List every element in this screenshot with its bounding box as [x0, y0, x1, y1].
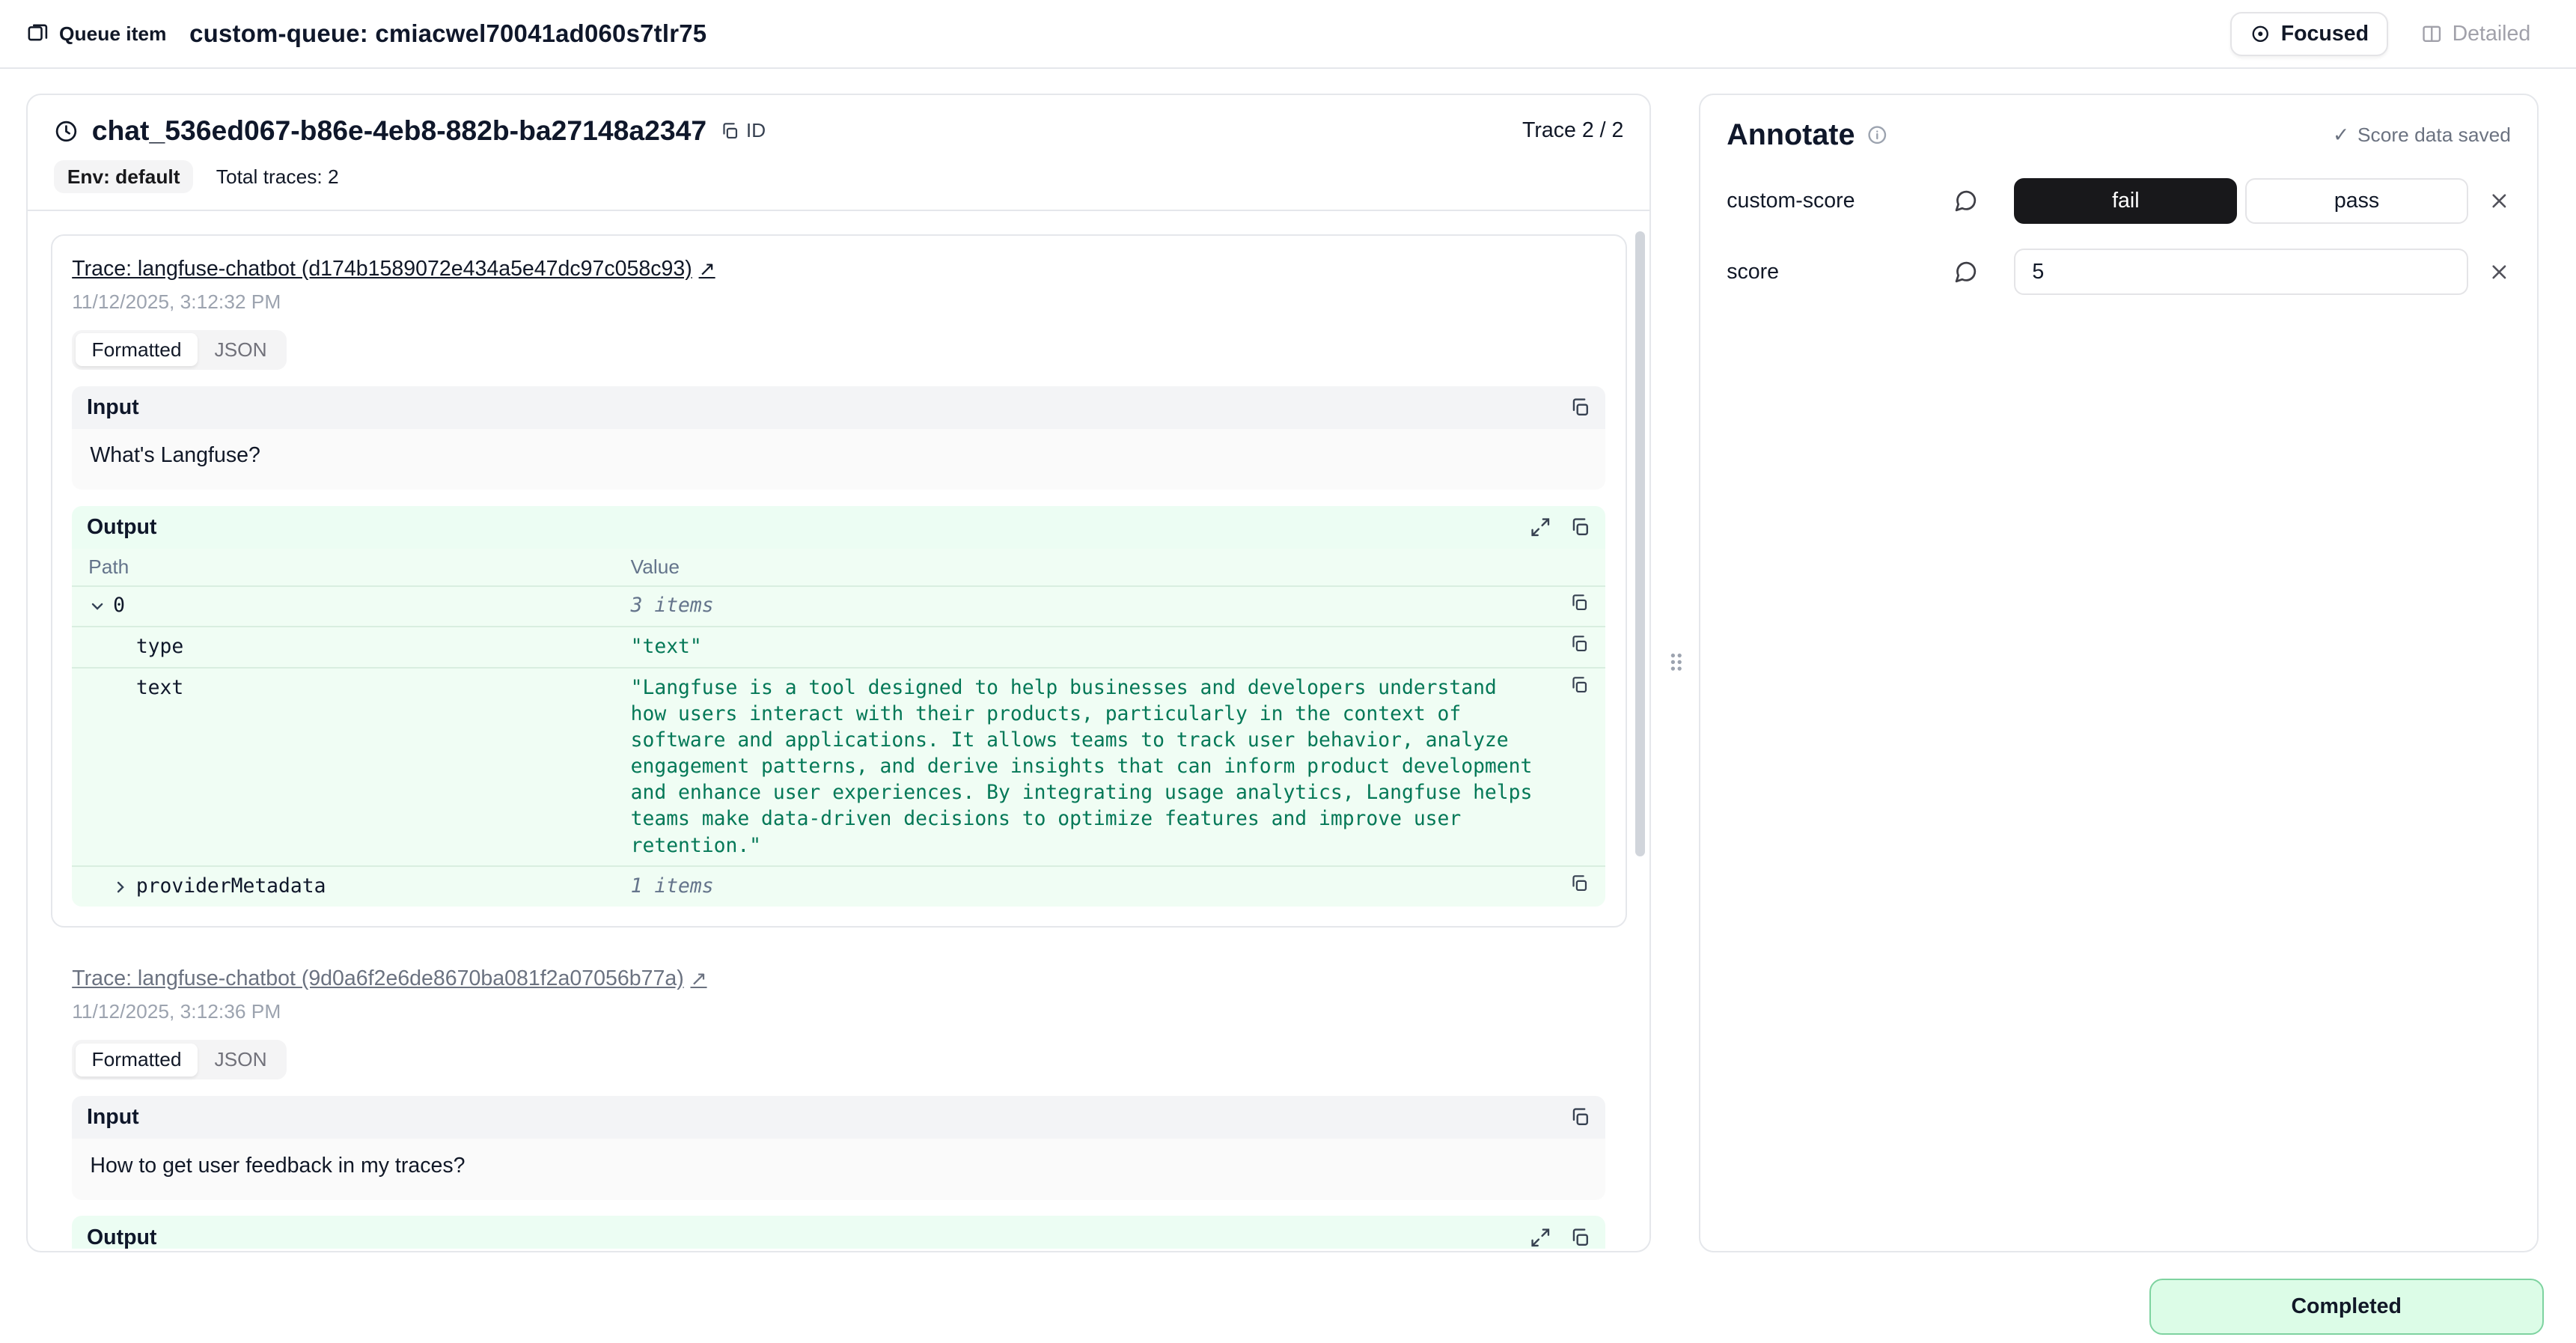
panel-resize-handle[interactable]	[1667, 648, 1684, 677]
tab-formatted[interactable]: Formatted	[76, 333, 198, 366]
main-area: chat_536ed067-b86e-4eb8-882b-ba27148a234…	[0, 69, 2576, 1343]
queue-icon	[26, 22, 49, 46]
external-link-icon: ↗	[691, 967, 707, 990]
top-bar: Queue item custom-queue: cmiacwel70041ad…	[0, 0, 2576, 69]
chevron-right-icon	[112, 874, 131, 900]
info-icon	[1867, 124, 1888, 146]
page-title: custom-queue: cmiacwel70041ad060s7tlr75	[189, 19, 706, 48]
score-option-pass[interactable]: pass	[2245, 178, 2468, 224]
external-link-icon: ↗	[699, 258, 715, 281]
table-row[interactable]: providerMetadata 1 items	[72, 867, 1605, 907]
copy-row-button[interactable]	[1569, 634, 1589, 654]
value-column-header: Value	[631, 555, 1543, 579]
trace-timestamp: 11/12/2025, 3:12:36 PM	[72, 1000, 1605, 1023]
output-label: Output	[87, 515, 156, 540]
trace-list: Trace: langfuse-chatbot (d174b1589072e43…	[28, 211, 1649, 1249]
score-row-custom-score: custom-score fail pass	[1700, 178, 2537, 224]
annotate-panel: Annotate ✓ Score data saved custom-score…	[1699, 94, 2539, 1252]
total-traces-label: Total traces: 2	[216, 165, 339, 189]
trace-timestamp: 11/12/2025, 3:12:32 PM	[72, 290, 1605, 314]
comment-icon[interactable]	[1953, 260, 1978, 284]
output-block: Output Path Value	[72, 506, 1605, 907]
trace-counter: Trace 2 / 2	[1522, 118, 1623, 143]
chevron-down-icon	[88, 593, 108, 619]
copy-row-button[interactable]	[1569, 874, 1589, 893]
output-json-table: Path Value 0 3 items	[72, 549, 1605, 907]
completed-button[interactable]: Completed	[2149, 1279, 2544, 1335]
copy-id-button[interactable]: ID	[720, 119, 766, 142]
input-block: Input What's Langfuse?	[72, 386, 1605, 490]
tab-formatted[interactable]: Formatted	[76, 1044, 198, 1076]
queue-item-chip: Queue item	[26, 22, 166, 46]
path-column-header: Path	[88, 555, 631, 579]
input-value: How to get user feedback in my traces?	[72, 1139, 1605, 1199]
focused-icon	[2250, 23, 2271, 45]
annotate-title: Annotate	[1727, 118, 1855, 152]
comment-icon[interactable]	[1953, 189, 1978, 213]
table-row: type "text"	[72, 627, 1605, 669]
delete-score-icon[interactable]	[2488, 189, 2511, 213]
clock-icon	[54, 119, 79, 144]
format-tabs: Formatted JSON	[72, 1040, 287, 1079]
table-row: text "Langfuse is a tool designed to hel…	[72, 669, 1605, 867]
trace-panel: chat_536ed067-b86e-4eb8-882b-ba27148a234…	[26, 94, 1651, 1252]
detailed-icon	[2421, 23, 2443, 45]
table-row[interactable]: 0 3 items	[72, 587, 1605, 628]
trace-card-1: Trace: langfuse-chatbot (d174b1589072e43…	[51, 234, 1627, 928]
queue-item-label: Queue item	[59, 22, 166, 46]
copy-input-button[interactable]	[1569, 397, 1591, 418]
trace-panel-scrollbar[interactable]	[1635, 231, 1645, 856]
output-block: Output Path Value	[72, 1216, 1605, 1248]
check-icon: ✓	[2333, 124, 2349, 147]
score-label: custom-score	[1727, 189, 1953, 213]
score-row-score: score	[1700, 249, 2537, 294]
format-tabs: Formatted JSON	[72, 330, 287, 370]
output-label: Output	[87, 1225, 156, 1249]
trace-link-1[interactable]: Trace: langfuse-chatbot (d174b1589072e43…	[72, 257, 715, 281]
focused-view-button[interactable]: Focused	[2230, 12, 2388, 56]
copy-row-button[interactable]	[1569, 675, 1589, 695]
trace-link-2[interactable]: Trace: langfuse-chatbot (9d0a6f2e6de8670…	[72, 966, 706, 991]
env-badge: Env: default	[54, 160, 193, 193]
delete-score-icon[interactable]	[2488, 261, 2511, 284]
input-value: What's Langfuse?	[72, 429, 1605, 490]
queue-item-title: chat_536ed067-b86e-4eb8-882b-ba27148a234…	[92, 115, 706, 147]
copy-icon	[720, 121, 739, 141]
input-block: Input How to get user feedback in my tra…	[72, 1096, 1605, 1199]
input-label: Input	[87, 395, 139, 420]
copy-output-button[interactable]	[1569, 517, 1591, 538]
expand-output-button[interactable]	[1530, 1227, 1551, 1249]
copy-row-button[interactable]	[1569, 593, 1589, 612]
tab-json[interactable]: JSON	[198, 333, 283, 366]
expand-output-button[interactable]	[1530, 517, 1551, 538]
tab-json[interactable]: JSON	[198, 1044, 283, 1076]
copy-input-button[interactable]	[1569, 1106, 1591, 1128]
score-option-fail[interactable]: fail	[2014, 178, 2237, 224]
copy-output-button[interactable]	[1569, 1227, 1591, 1249]
save-status: ✓ Score data saved	[2333, 124, 2511, 147]
trace-card-2: Trace: langfuse-chatbot (9d0a6f2e6de8670…	[51, 951, 1627, 1249]
score-value-input[interactable]	[2014, 249, 2467, 294]
detailed-view-button[interactable]: Detailed	[2402, 12, 2551, 56]
input-label: Input	[87, 1105, 139, 1130]
score-label: score	[1727, 260, 1953, 284]
